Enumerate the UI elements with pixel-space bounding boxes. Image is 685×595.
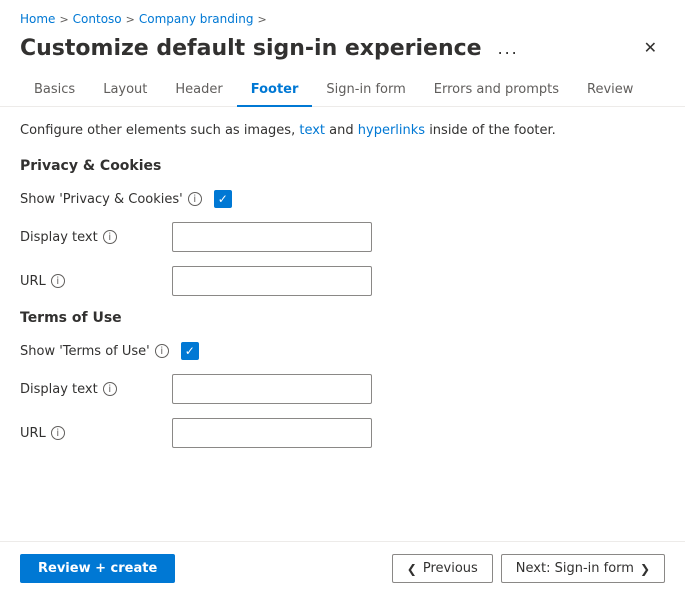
footer-bar: Review + create ❮ Previous Next: Sign-in…: [0, 541, 685, 595]
privacy-show-checkbox-wrapper: ✓: [214, 190, 232, 208]
privacy-url-row: URL i: [20, 266, 665, 296]
tab-footer[interactable]: Footer: [237, 74, 313, 107]
breadcrumb: Home > Contoso > Company branding >: [0, 0, 685, 30]
info-text-link-hyperlinks[interactable]: hyperlinks: [358, 123, 425, 138]
info-text-link-text[interactable]: text: [299, 123, 325, 138]
tab-errors-prompts[interactable]: Errors and prompts: [420, 74, 573, 107]
breadcrumb-sep-1: >: [59, 13, 68, 26]
privacy-display-text-info-icon[interactable]: i: [103, 230, 117, 244]
privacy-show-info-icon[interactable]: i: [188, 192, 202, 206]
terms-url-row: URL i: [20, 418, 665, 448]
header-row: Customize default sign-in experience ...…: [0, 30, 685, 74]
next-label: Next: Sign-in form: [516, 561, 634, 576]
terms-display-text-info-icon[interactable]: i: [103, 382, 117, 396]
terms-display-text-label: Display text i: [20, 382, 160, 397]
breadcrumb-sep-2: >: [126, 13, 135, 26]
privacy-url-info-icon[interactable]: i: [51, 274, 65, 288]
tab-review[interactable]: Review: [573, 74, 647, 107]
page-title: Customize default sign-in experience: [20, 36, 482, 61]
close-button[interactable]: ✕: [636, 34, 665, 62]
terms-url-info-icon[interactable]: i: [51, 426, 65, 440]
privacy-url-input[interactable]: [172, 266, 372, 296]
terms-show-checkbox[interactable]: ✓: [181, 342, 199, 360]
tab-signin-form[interactable]: Sign-in form: [312, 74, 419, 107]
terms-url-label: URL i: [20, 426, 160, 441]
privacy-show-check-mark: ✓: [218, 193, 228, 205]
privacy-display-text-input[interactable]: [172, 222, 372, 252]
chevron-left-icon: ❮: [407, 562, 417, 576]
page-wrapper: Home > Contoso > Company branding > Cust…: [0, 0, 685, 595]
content-area: Configure other elements such as images,…: [0, 107, 685, 541]
previous-label: Previous: [423, 561, 478, 576]
terms-show-info-icon[interactable]: i: [155, 344, 169, 358]
terms-show-check-mark: ✓: [185, 345, 195, 357]
breadcrumb-contoso[interactable]: Contoso: [73, 12, 122, 26]
info-text: Configure other elements such as images,…: [20, 123, 665, 138]
nav-buttons: ❮ Previous Next: Sign-in form ❯: [392, 554, 665, 583]
tab-layout[interactable]: Layout: [89, 74, 161, 107]
terms-show-row: Show 'Terms of Use' i ✓: [20, 342, 665, 360]
privacy-display-text-row: Display text i: [20, 222, 665, 252]
terms-display-text-row: Display text i: [20, 374, 665, 404]
privacy-section: Privacy & Cookies Show 'Privacy & Cookie…: [20, 158, 665, 296]
ellipsis-button[interactable]: ...: [492, 36, 525, 61]
privacy-show-label: Show 'Privacy & Cookies' i: [20, 192, 202, 207]
terms-show-checkbox-wrapper: ✓: [181, 342, 199, 360]
privacy-url-label: URL i: [20, 274, 160, 289]
terms-display-text-input[interactable]: [172, 374, 372, 404]
tabs-bar: Basics Layout Header Footer Sign-in form…: [0, 74, 685, 107]
tab-basics[interactable]: Basics: [20, 74, 89, 107]
next-button[interactable]: Next: Sign-in form ❯: [501, 554, 665, 583]
terms-show-label: Show 'Terms of Use' i: [20, 344, 169, 359]
breadcrumb-sep-3: >: [257, 13, 266, 26]
privacy-display-text-label: Display text i: [20, 230, 160, 245]
breadcrumb-company-branding[interactable]: Company branding: [139, 12, 254, 26]
previous-button[interactable]: ❮ Previous: [392, 554, 493, 583]
privacy-show-checkbox[interactable]: ✓: [214, 190, 232, 208]
tab-header[interactable]: Header: [161, 74, 236, 107]
terms-section: Terms of Use Show 'Terms of Use' i ✓ Dis…: [20, 310, 665, 448]
breadcrumb-home[interactable]: Home: [20, 12, 55, 26]
chevron-right-icon: ❯: [640, 562, 650, 576]
privacy-show-row: Show 'Privacy & Cookies' i ✓: [20, 190, 665, 208]
terms-url-input[interactable]: [172, 418, 372, 448]
review-create-button[interactable]: Review + create: [20, 554, 175, 583]
privacy-section-title: Privacy & Cookies: [20, 158, 665, 174]
terms-section-title: Terms of Use: [20, 310, 665, 326]
